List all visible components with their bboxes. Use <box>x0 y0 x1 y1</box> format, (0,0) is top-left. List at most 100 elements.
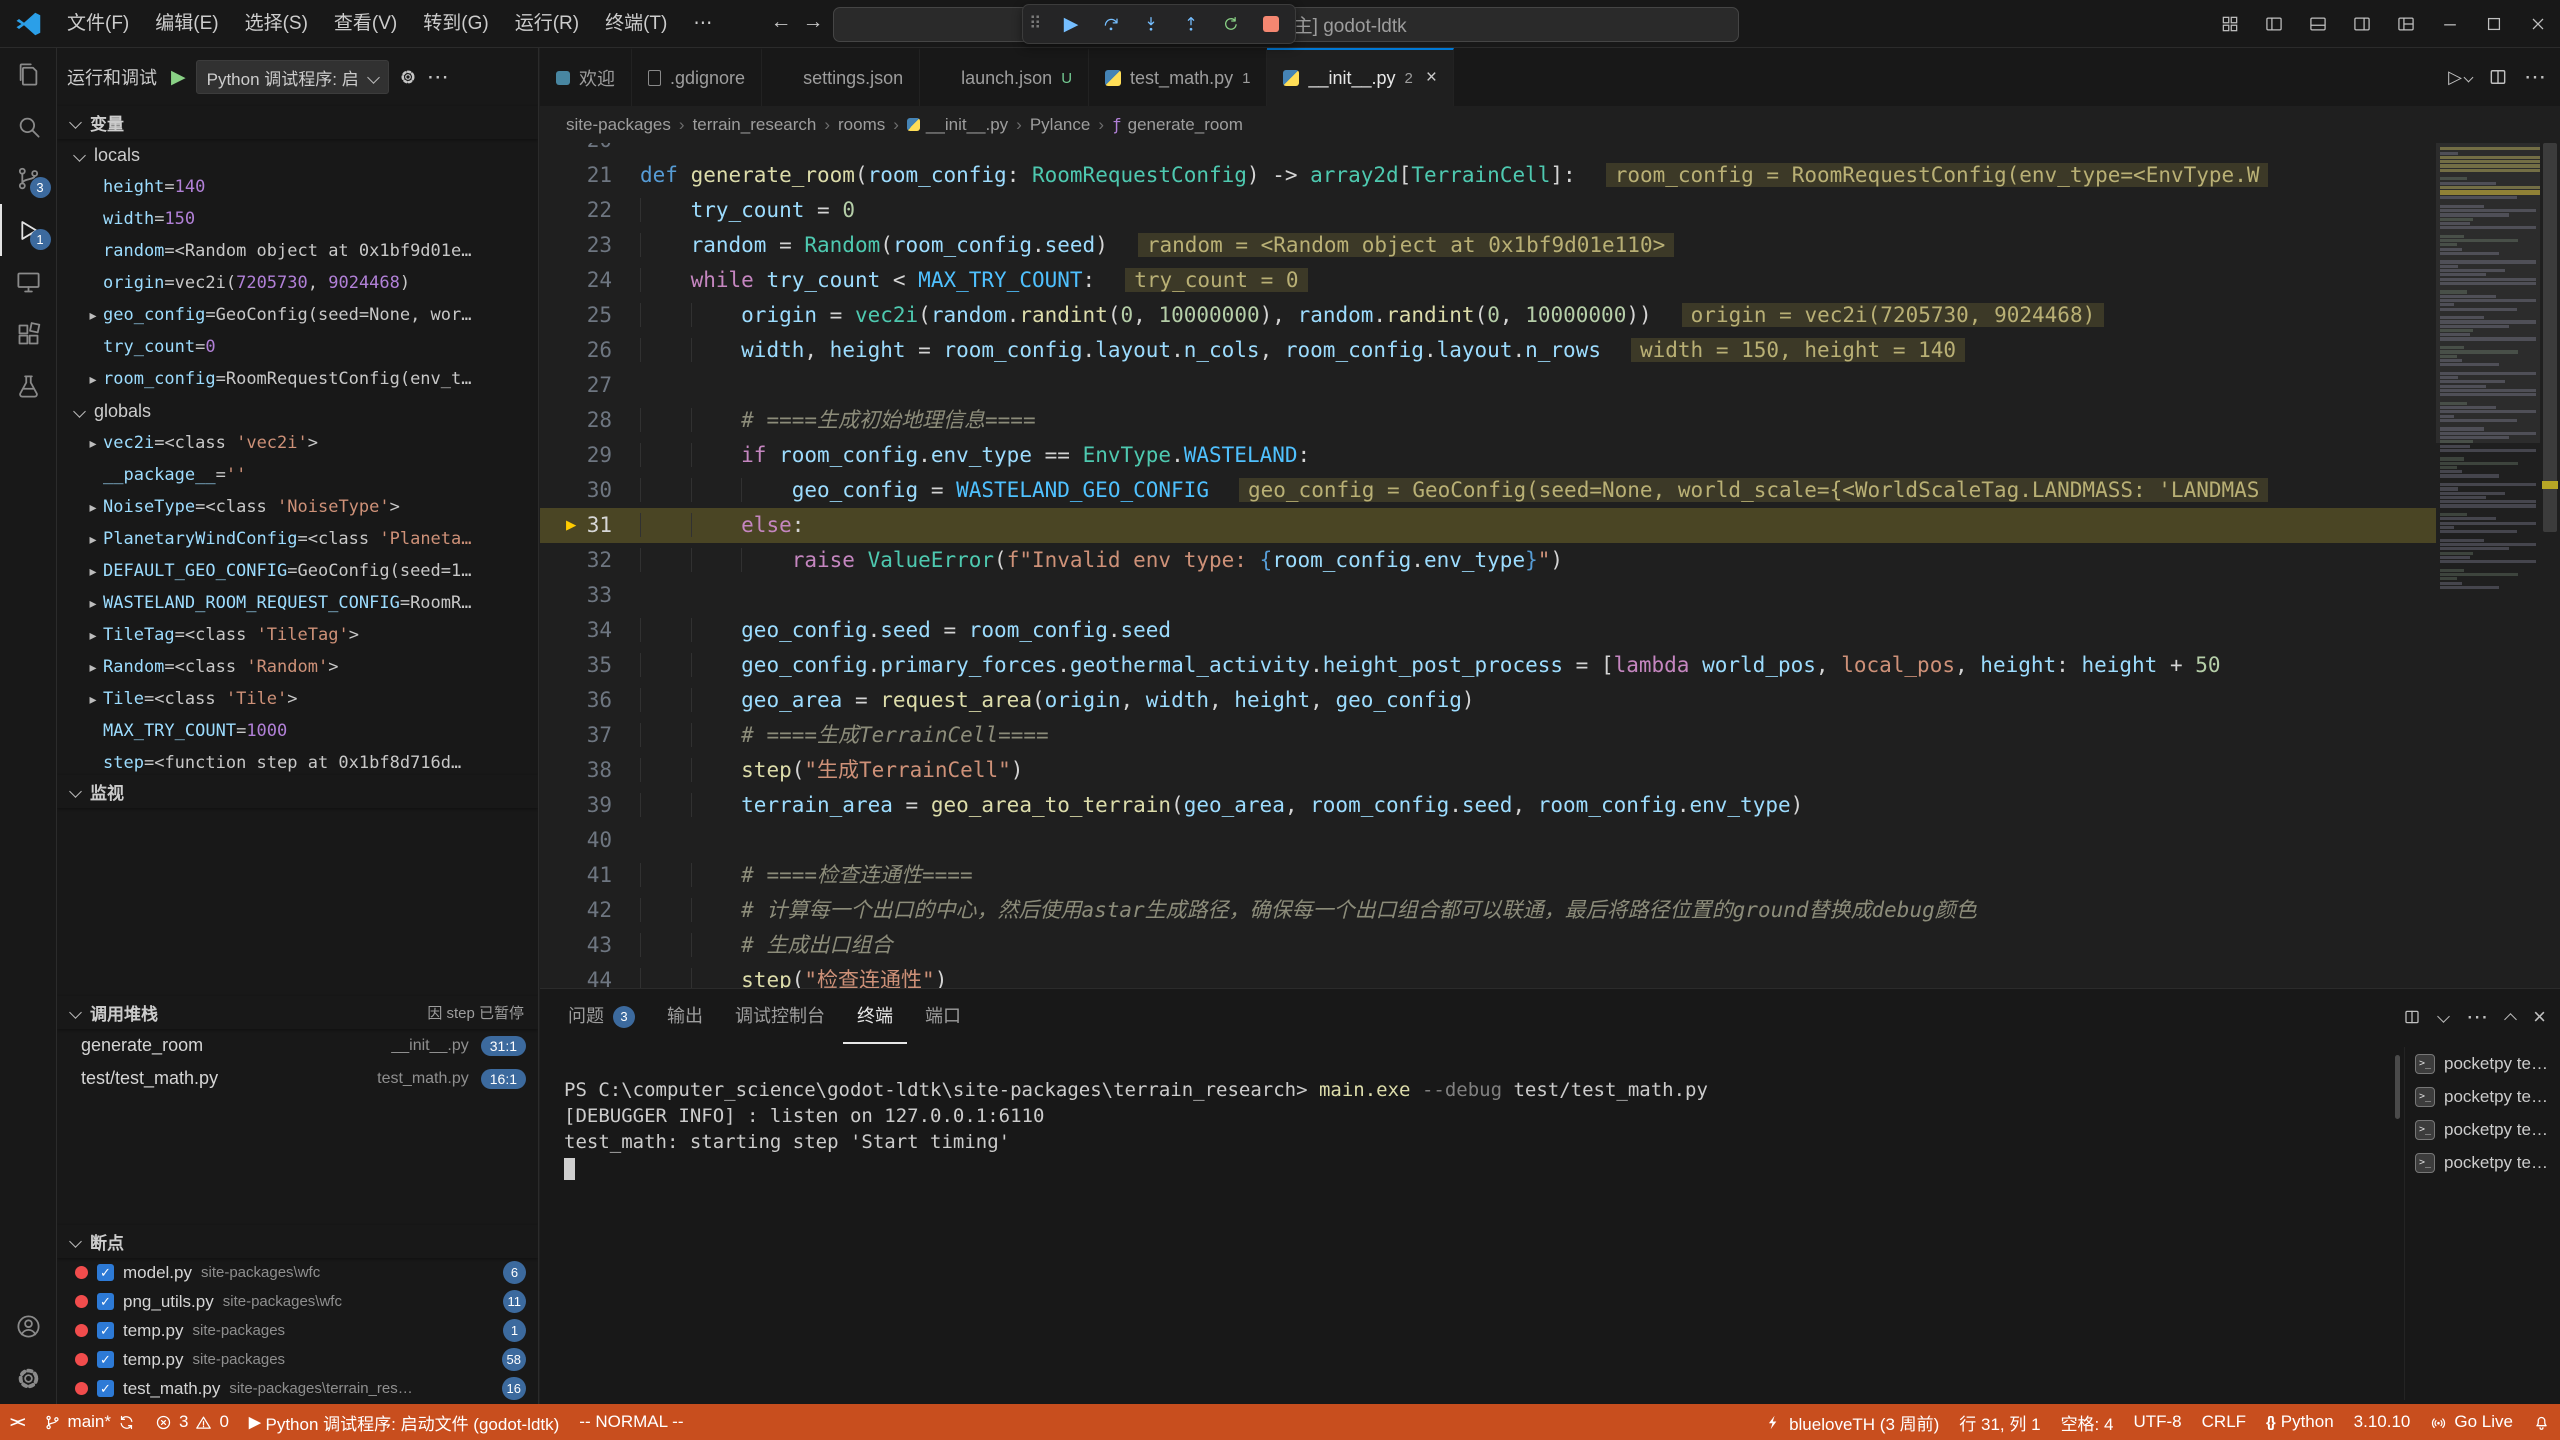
checkbox-checked[interactable]: ✓ <box>97 1380 114 1397</box>
status-vim-mode[interactable]: -- NORMAL -- <box>569 1404 693 1440</box>
minimize-button[interactable] <box>2428 0 2472 48</box>
breadcrumb-item[interactable]: rooms <box>838 115 885 135</box>
nav-back-icon[interactable]: ← <box>766 10 796 34</box>
breakpoint-row[interactable]: ✓model.pysite-packages\wfc6 <box>57 1258 538 1287</box>
continue-button[interactable]: ▶ <box>1053 7 1089 41</box>
step-into-button[interactable] <box>1133 7 1169 41</box>
breakpoint-row[interactable]: ✓test_math.pysite-packages\terrain_res…1… <box>57 1374 538 1403</box>
stop-button[interactable] <box>1253 7 1289 41</box>
variable-DEFAULT_GEO_CONFIG[interactable]: ▸DEFAULT_GEO_CONFIG = GeoConfig(seed=1… <box>57 555 538 587</box>
grid-icon[interactable] <box>2208 0 2252 48</box>
variable-vec2i[interactable]: ▸vec2i = <class 'vec2i'> <box>57 427 538 459</box>
checkbox-checked[interactable]: ✓ <box>97 1351 114 1368</box>
variable-__package__[interactable]: __package__ = '' <box>57 459 538 491</box>
variable-TileTag[interactable]: ▸TileTag = <class 'TileTag'> <box>57 619 538 651</box>
terminal-instance[interactable]: >_pocketpy te… <box>2405 1146 2556 1179</box>
status-language-mode[interactable]: {}Python <box>2256 1404 2344 1440</box>
checkbox-checked[interactable]: ✓ <box>97 1322 114 1339</box>
menu-item[interactable]: 选择(S) <box>232 0 321 47</box>
terminal-instance[interactable]: >_pocketpy te… <box>2405 1080 2556 1113</box>
breadcrumb-item[interactable]: Pylance <box>1030 115 1090 135</box>
tab-launch.json[interactable]: launch.jsonU <box>920 48 1089 106</box>
menu-item[interactable]: 转到(G) <box>410 0 501 47</box>
activity-source-control[interactable]: 3 <box>0 152 57 204</box>
customize-layout-icon[interactable] <box>2384 0 2428 48</box>
activity-extensions[interactable] <box>0 308 57 360</box>
more-actions-icon[interactable]: ⋯ <box>2524 64 2546 90</box>
menu-item[interactable]: 查看(V) <box>321 0 410 47</box>
panel-tab-调试控制台[interactable]: 调试控制台 <box>721 989 839 1044</box>
scope-globals[interactable]: globals <box>57 395 538 427</box>
tab-.gdignore[interactable]: .gdignore <box>632 48 762 106</box>
variable-room_config[interactable]: ▸room_config = RoomRequestConfig(env_t… <box>57 363 538 395</box>
menu-item[interactable]: 终端(T) <box>592 0 680 47</box>
tab-__init__.py[interactable]: __init__.py2× <box>1267 48 1454 106</box>
watch-section-header[interactable]: 监视 <box>57 775 538 808</box>
breadcrumb-item[interactable]: site-packages <box>566 115 671 135</box>
menu-item[interactable]: 运行(R) <box>502 0 592 47</box>
activity-explorer[interactable] <box>0 48 57 100</box>
variable-MAX_TRY_COUNT[interactable]: MAX_TRY_COUNT = 1000 <box>57 715 538 747</box>
editor-scrollbar[interactable] <box>2540 143 2560 988</box>
menu-item[interactable]: 文件(F) <box>54 0 142 47</box>
terminal-output[interactable]: PS C:\computer_science\godot-ldtk\site-p… <box>564 1077 2390 1396</box>
close-icon[interactable]: × <box>1426 67 1437 89</box>
step-out-button[interactable] <box>1173 7 1209 41</box>
more-actions-icon[interactable]: ⋯ <box>427 64 449 90</box>
split-terminal-icon[interactable] <box>2403 1008 2421 1026</box>
tab-欢迎[interactable]: 欢迎 <box>540 48 632 106</box>
run-python-file-button[interactable]: ▷ <box>2448 67 2472 88</box>
breakpoint-row[interactable]: ✓temp.pysite-packages1 <box>57 1316 538 1345</box>
scrollbar-thumb[interactable] <box>2543 143 2557 532</box>
breadcrumb-item[interactable]: ƒgenerate_room <box>1112 115 1243 135</box>
variable-try_count[interactable]: try_count = 0 <box>57 331 538 363</box>
terminal-instance[interactable]: >_pocketpy te… <box>2405 1047 2556 1080</box>
activity-search[interactable] <box>0 100 57 152</box>
menu-item[interactable]: ⋯ <box>680 0 725 47</box>
maximize-button[interactable] <box>2472 0 2516 48</box>
drag-grip-icon[interactable]: ⠿ <box>1029 14 1049 34</box>
variable-height[interactable]: height = 140 <box>57 171 538 203</box>
status-remote-indicator[interactable]: >< <box>0 1404 34 1440</box>
terminal-instance[interactable]: >_pocketpy te… <box>2405 1113 2556 1146</box>
status-python-version[interactable]: 3.10.10 <box>2344 1404 2421 1440</box>
breadcrumb-item[interactable]: terrain_research <box>693 115 817 135</box>
variable-Random[interactable]: ▸Random = <class 'Random'> <box>57 651 538 683</box>
toggle-secondary-sidebar-icon[interactable] <box>2340 0 2384 48</box>
debug-config-select[interactable]: Python 调试程序: 启 <box>196 60 389 94</box>
panel-tab-终端[interactable]: 终端 <box>843 989 907 1044</box>
stack-frame[interactable]: test/test_math.pytest_math.py16:1 <box>57 1062 538 1095</box>
terminal-scrollbar[interactable] <box>2395 1055 2400 1119</box>
status-indentation[interactable]: 空格: 4 <box>2051 1404 2124 1440</box>
variable-random[interactable]: random = <Random object at 0x1bf9d01e… <box>57 235 538 267</box>
checkbox-checked[interactable]: ✓ <box>97 1264 114 1281</box>
toggle-sidebar-icon[interactable] <box>2252 0 2296 48</box>
variable-width[interactable]: width = 150 <box>57 203 538 235</box>
close-panel-icon[interactable]: × <box>2533 1004 2546 1030</box>
restart-button[interactable] <box>1213 7 1249 41</box>
split-editor-icon[interactable] <box>2488 67 2508 87</box>
code-editor[interactable]: 2021def generate_room(room_config: RoomR… <box>540 143 2560 988</box>
nav-forward-icon[interactable]: → <box>798 10 828 34</box>
activity-run-and-debug[interactable]: 1 <box>0 204 57 256</box>
call-stack-section-header[interactable]: 调用堆栈 因 step 已暂停 <box>57 996 538 1029</box>
variable-WASTELAND_ROOM_REQUEST_CONFIG[interactable]: ▸WASTELAND_ROOM_REQUEST_CONFIG = RoomR… <box>57 587 538 619</box>
panel-tab-端口[interactable]: 端口 <box>911 989 975 1044</box>
breakpoint-row[interactable]: ✓temp.pysite-packages58 <box>57 1345 538 1374</box>
breakpoint-row[interactable]: ✓png_utils.pysite-packages\wfc11 <box>57 1287 538 1316</box>
variable-Tile[interactable]: ▸Tile = <class 'Tile'> <box>57 683 538 715</box>
status-problems[interactable]: 30 <box>145 1404 239 1440</box>
panel-tab-输出[interactable]: 输出 <box>653 989 717 1044</box>
launch-profile-chevron-icon[interactable] <box>2437 1010 2450 1023</box>
activity-testing[interactable] <box>0 360 57 412</box>
variable-step[interactable]: step = <function step at 0x1bf8d716d… <box>57 747 538 775</box>
status-go-live[interactable]: Go Live <box>2420 1404 2523 1440</box>
status-git-branch[interactable]: main* <box>34 1404 145 1440</box>
activity-accounts[interactable] <box>0 1300 57 1352</box>
variable-geo_config[interactable]: ▸geo_config = GeoConfig(seed=None, wor… <box>57 299 538 331</box>
status-notifications[interactable] <box>2523 1404 2560 1440</box>
maximize-panel-icon[interactable] <box>2504 1013 2517 1026</box>
step-over-button[interactable] <box>1093 7 1129 41</box>
panel-more-actions-icon[interactable]: ⋯ <box>2466 1004 2488 1030</box>
activity-settings[interactable] <box>0 1352 57 1404</box>
